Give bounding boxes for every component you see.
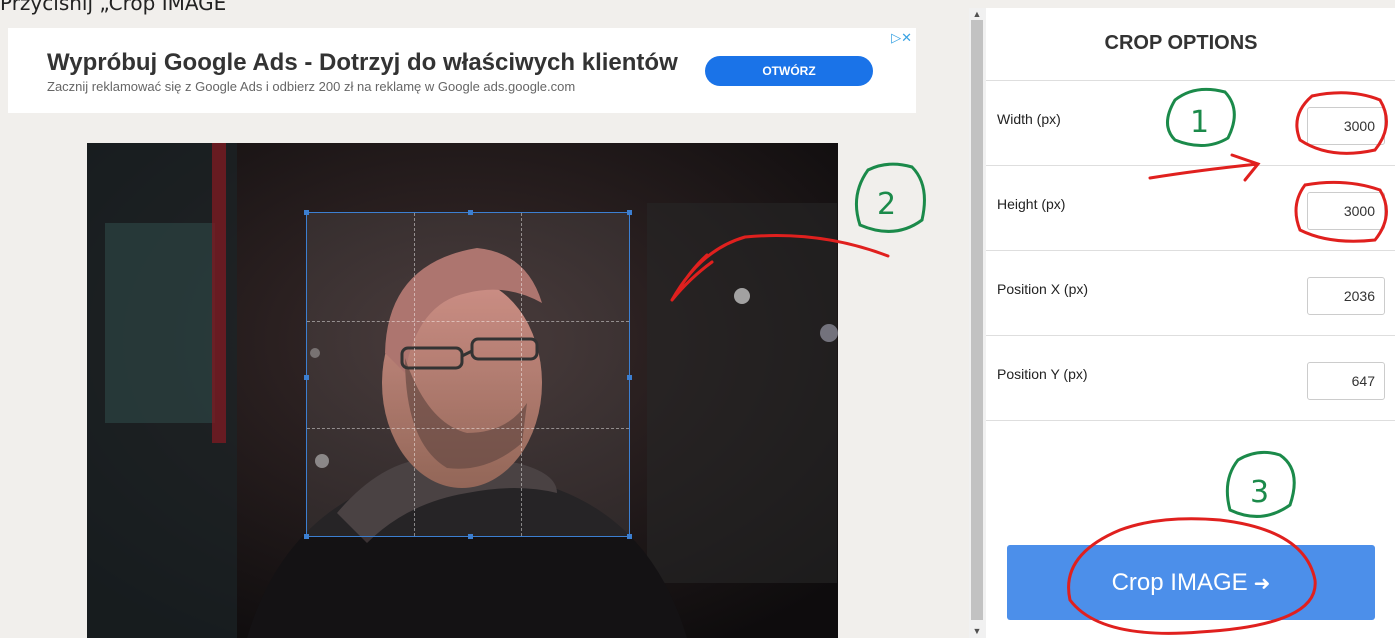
crop-handle-right[interactable] bbox=[627, 374, 632, 380]
google-ad-banner[interactable]: Wypróbuj Google Ads - Dotrzyj do właściw… bbox=[8, 28, 916, 113]
position-y-label: Position Y (px) bbox=[997, 366, 1088, 382]
height-label: Height (px) bbox=[997, 196, 1066, 212]
position-x-input[interactable]: 2036 bbox=[1307, 277, 1385, 315]
height-input[interactable]: 3000 bbox=[1307, 192, 1385, 230]
instruction-text: Przyciśnij „Crop IMAGE” bbox=[0, 0, 237, 15]
crop-button-label: Crop IMAGE bbox=[1111, 569, 1248, 596]
step-number-2: 2 bbox=[877, 187, 896, 222]
crop-handle-top[interactable] bbox=[468, 210, 473, 215]
position-y-row: Position Y (px) 647 bbox=[986, 335, 1395, 421]
crop-handle-left[interactable] bbox=[304, 374, 309, 380]
crop-handle-top-left[interactable] bbox=[304, 210, 309, 215]
position-y-input[interactable]: 647 bbox=[1307, 362, 1385, 400]
position-x-row: Position X (px) 2036 bbox=[986, 250, 1395, 335]
panel-title: CROP OPTIONS bbox=[1104, 32, 1258, 54]
scrollbar-thumb[interactable] bbox=[971, 20, 983, 620]
crop-selection-box[interactable] bbox=[304, 210, 632, 539]
arrow-circle-right-icon: ➜ bbox=[1253, 573, 1271, 595]
position-x-label: Position X (px) bbox=[997, 281, 1089, 297]
width-label: Width (px) bbox=[997, 111, 1061, 127]
annotation-circle-2 bbox=[854, 162, 926, 233]
crop-options-panel: CROP OPTIONS Width (px) 3000 Height (px)… bbox=[986, 8, 1395, 638]
image-preview[interactable] bbox=[87, 143, 838, 638]
crop-handle-bottom-right[interactable] bbox=[627, 534, 632, 539]
crop-handle-top-right[interactable] bbox=[627, 210, 632, 215]
crop-handle-bottom[interactable] bbox=[468, 534, 473, 539]
ad-title[interactable]: Wypróbuj Google Ads - Dotrzyj do właściw… bbox=[47, 49, 678, 77]
crop-image-button[interactable]: Crop IMAGE ➜ bbox=[1007, 545, 1375, 620]
scroll-down-arrow-icon[interactable]: ▼ bbox=[971, 625, 983, 637]
ad-open-button[interactable]: OTWÓRZ bbox=[705, 56, 873, 86]
crop-handle-bottom-left[interactable] bbox=[304, 534, 309, 539]
width-input[interactable]: 3000 bbox=[1307, 107, 1385, 145]
width-row: Width (px) 3000 bbox=[986, 80, 1395, 165]
ad-choices-icon[interactable]: ▷✕ bbox=[891, 30, 912, 46]
scroll-up-arrow-icon[interactable]: ▲ bbox=[971, 8, 983, 20]
height-row: Height (px) 3000 bbox=[986, 165, 1395, 250]
ad-subtitle: Zacznij reklamować się z Google Ads i od… bbox=[47, 79, 576, 94]
